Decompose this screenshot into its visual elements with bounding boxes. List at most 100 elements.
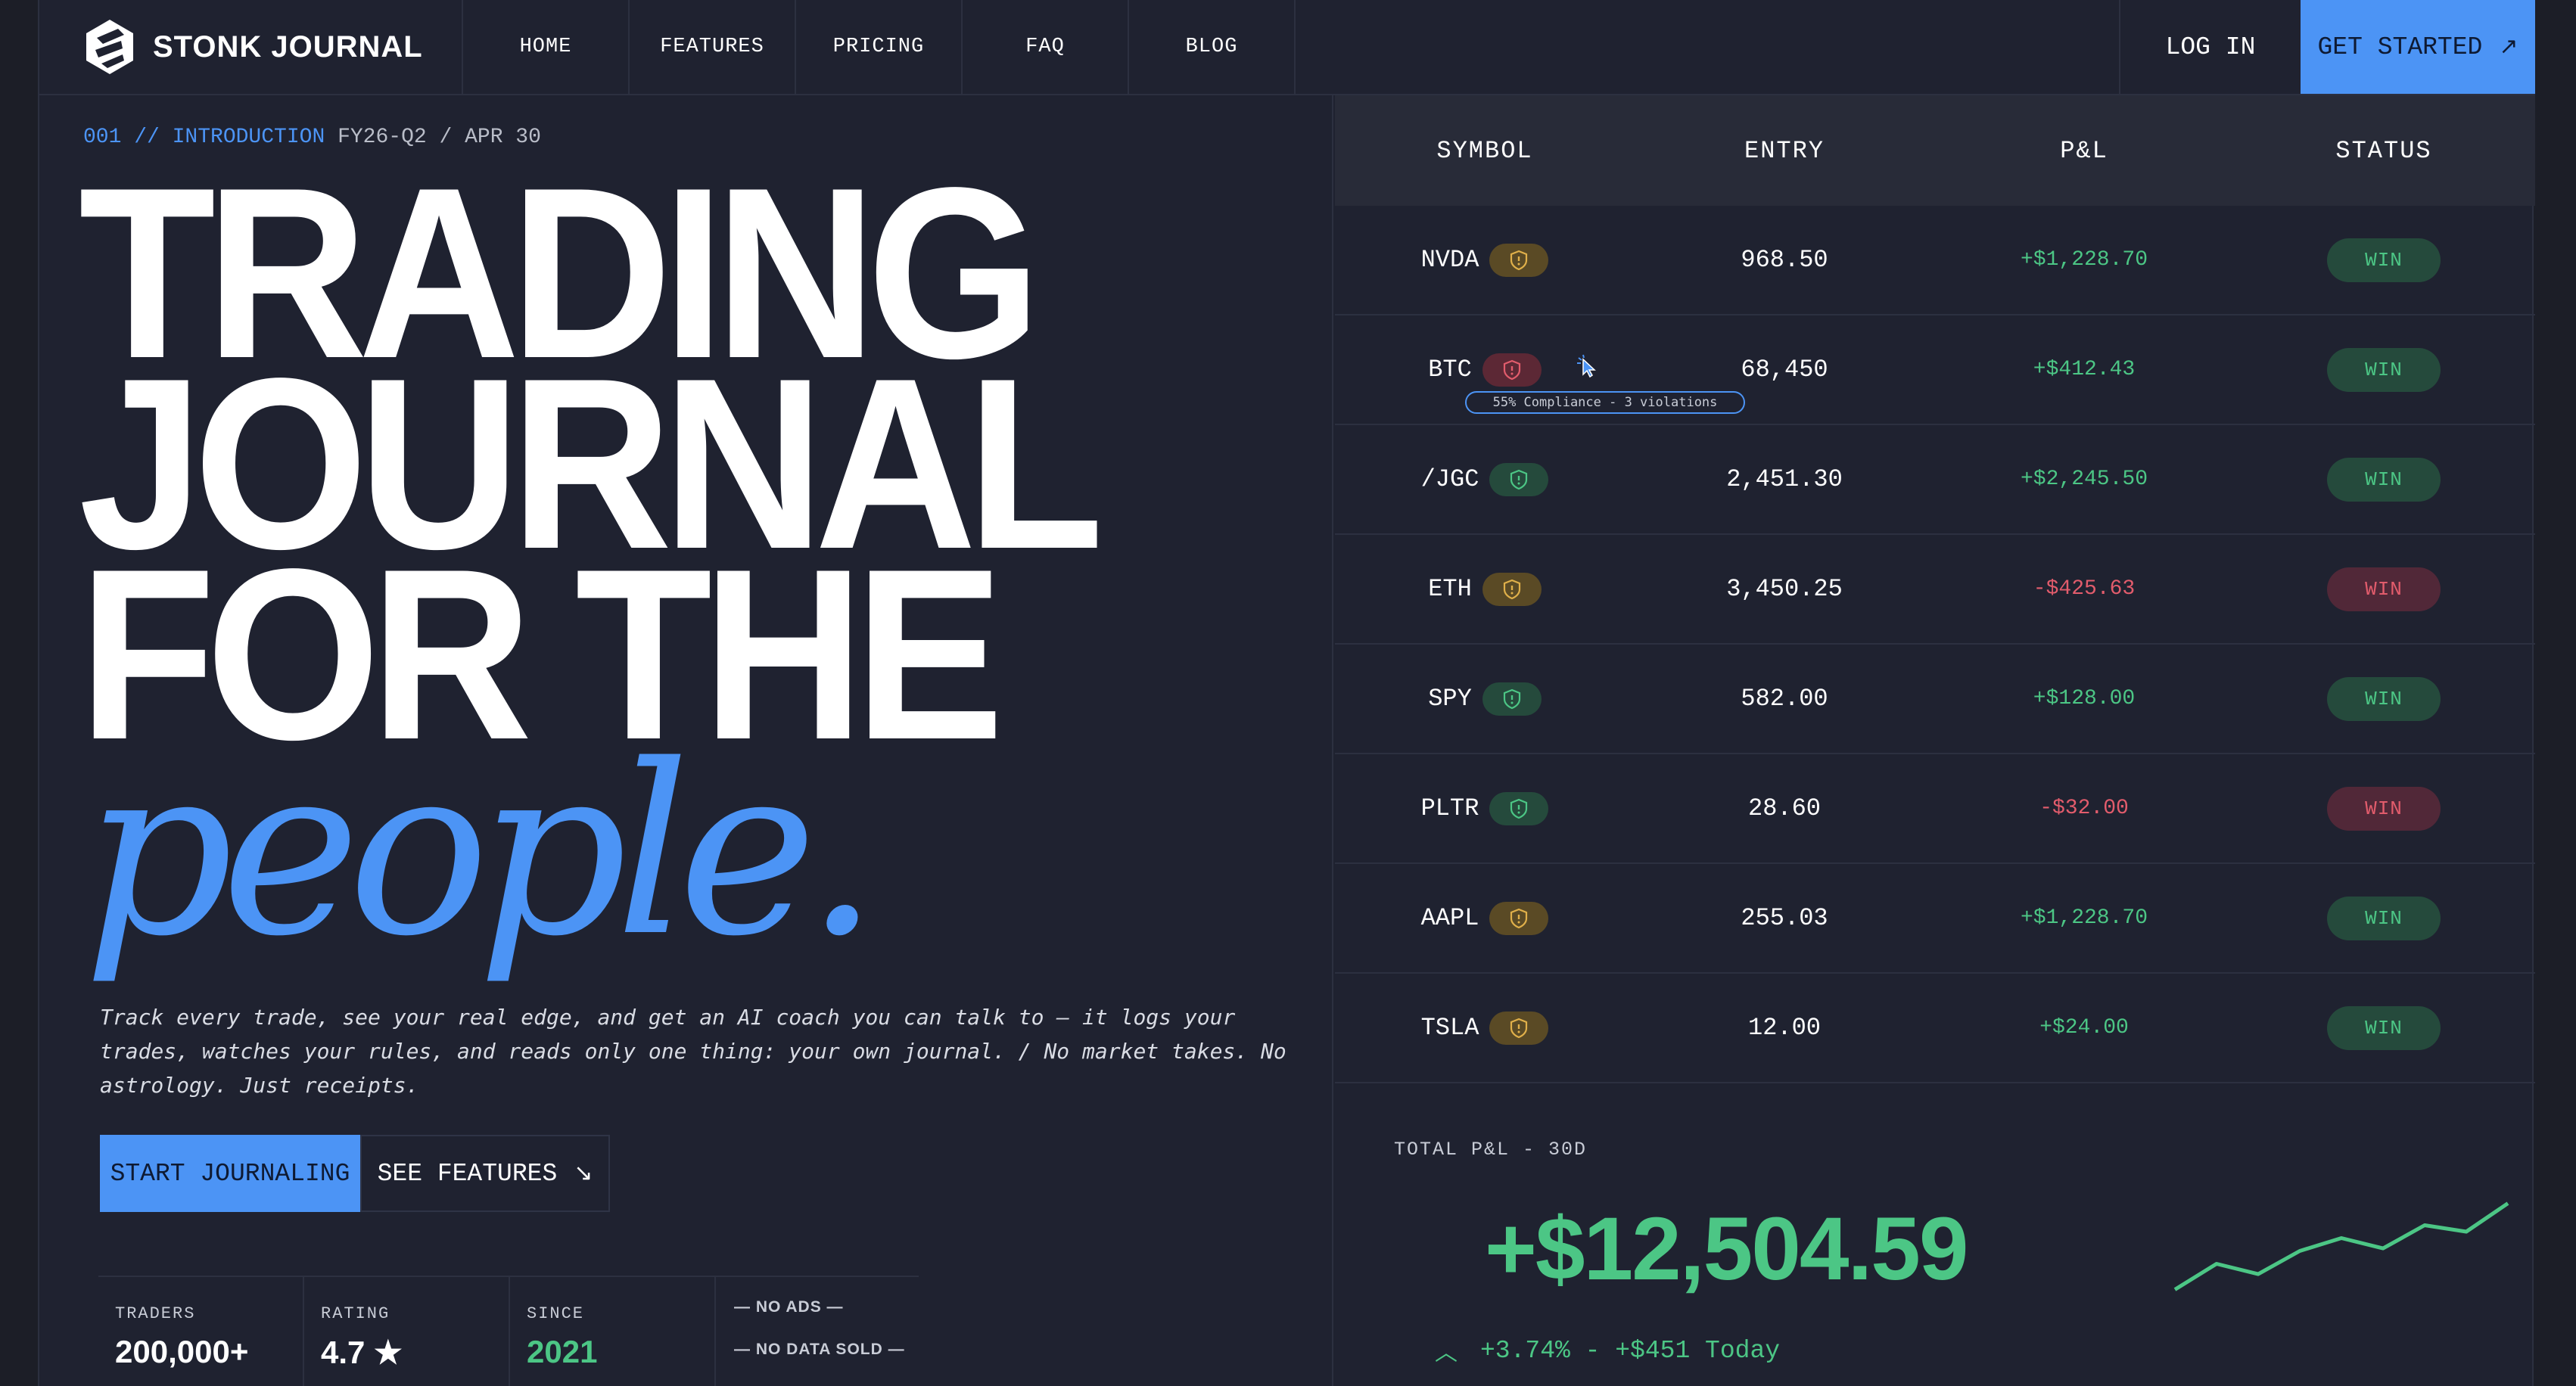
symbol-cell: ETH bbox=[1335, 572, 1635, 606]
nav-blog[interactable]: BLOG bbox=[1129, 0, 1296, 94]
status-cell: WIN bbox=[2234, 347, 2534, 392]
header-status[interactable]: STATUS bbox=[2234, 137, 2534, 165]
get-started-label: GET STARTED bbox=[2317, 33, 2483, 61]
stat-traders: TRADERS 200,000+ bbox=[98, 1277, 304, 1386]
symbol-cell: PLTR bbox=[1335, 791, 1635, 825]
trades-panel: SYMBOL ENTRY P&L STATUS NVDA 968.50 +$1,22… bbox=[1335, 95, 2535, 1386]
pnl-cell: +$128.00 bbox=[1934, 687, 2234, 710]
stat-label: TRADERS bbox=[115, 1304, 196, 1323]
shield-icon[interactable] bbox=[1489, 901, 1549, 935]
entry-price: 12.00 bbox=[1747, 1014, 1821, 1042]
symbol-cell: SPY bbox=[1335, 682, 1635, 716]
pnl-value: +$24.00 bbox=[2039, 1016, 2129, 1040]
table-row[interactable]: PLTR 28.60 -$32.00 WIN bbox=[1335, 754, 2535, 864]
start-journaling-button[interactable]: START JOURNALING bbox=[100, 1135, 360, 1212]
stat-value: 4.7 ★ bbox=[321, 1335, 403, 1370]
see-features-button[interactable]: SEE FEATURES ↘ bbox=[360, 1135, 610, 1212]
entry-price: 582.00 bbox=[1741, 685, 1828, 713]
arrow-down-right-icon: ↘ bbox=[574, 1161, 593, 1188]
status-badge: WIN bbox=[2327, 786, 2441, 831]
top-nav: STONK JOURNAL HOME FEATURES PRICING FAQ … bbox=[39, 0, 2535, 95]
pnl-cell: +$24.00 bbox=[1934, 1016, 2234, 1040]
symbol: /JGC bbox=[1420, 465, 1479, 493]
status-cell: WIN bbox=[2234, 567, 2534, 611]
entry-cell: 2,451.30 bbox=[1635, 465, 1934, 493]
brand[interactable]: STONK JOURNAL bbox=[39, 0, 463, 94]
total-value: +$12,504.59 bbox=[1485, 1199, 1968, 1299]
stat-rating: RATING 4.7 ★ bbox=[304, 1277, 510, 1386]
pnl-value: -$425.63 bbox=[2033, 577, 2136, 601]
table-row[interactable]: SPY 582.00 +$128.00 WIN bbox=[1335, 645, 2535, 754]
compliance-tooltip: 55% Compliance - 3 violations bbox=[1465, 391, 1745, 414]
pnl-value: +$2,245.50 bbox=[2020, 468, 2148, 491]
hero-section: 001 // INTRODUCTION FY26-Q2 / APR 30 TRA… bbox=[39, 95, 1333, 1386]
symbol: TSLA bbox=[1420, 1014, 1479, 1042]
shield-icon[interactable] bbox=[1489, 791, 1549, 825]
logo-icon bbox=[86, 20, 133, 74]
entry-cell: 12.00 bbox=[1635, 1014, 1934, 1042]
login-button[interactable]: LOG IN bbox=[2119, 0, 2301, 94]
arrow-up-right-icon: ↗ bbox=[2499, 35, 2518, 61]
pnl-value: -$32.00 bbox=[2039, 797, 2129, 820]
pnl-value: +$412.43 bbox=[2033, 358, 2136, 381]
total-pnl-card: TOTAL P&L - 30D +$12,504.59 ︿ +3.74% - +… bbox=[1335, 1087, 2535, 1386]
pnl-cell: +$2,245.50 bbox=[1934, 468, 2234, 491]
entry-cell: 68,450 bbox=[1635, 356, 1934, 384]
entry-price: 2,451.30 bbox=[1726, 465, 1843, 493]
symbol: NVDA bbox=[1420, 246, 1479, 274]
symbol-cell: AAPL bbox=[1335, 901, 1635, 935]
symbol-cell: TSLA bbox=[1335, 1011, 1635, 1045]
shield-icon[interactable] bbox=[1489, 243, 1549, 277]
pnl-cell: +$1,228.70 bbox=[1934, 906, 2234, 930]
brand-name: STONK JOURNAL bbox=[153, 30, 423, 64]
table-row[interactable]: BTC 68,450 +$412.43 WIN 55% Compliance - 3 v… bbox=[1335, 315, 2535, 425]
status-badge: WIN bbox=[2327, 457, 2441, 502]
total-change: ︿ +3.74% - +$451 Today bbox=[1435, 1334, 1780, 1368]
cursor-icon bbox=[1577, 354, 1596, 378]
header-entry[interactable]: ENTRY bbox=[1635, 137, 1934, 165]
entry-price: 68,450 bbox=[1741, 356, 1828, 384]
nav-home[interactable]: HOME bbox=[463, 0, 630, 94]
status-cell: WIN bbox=[2234, 786, 2534, 831]
symbol-cell: NVDA bbox=[1335, 243, 1635, 277]
pnl-cell: -$425.63 bbox=[1934, 577, 2234, 601]
sparkline bbox=[2173, 1201, 2509, 1291]
table-row[interactable]: ETH 3,450.25 -$425.63 WIN bbox=[1335, 535, 2535, 645]
headline-accent: people. bbox=[83, 715, 879, 988]
entry-cell: 582.00 bbox=[1635, 685, 1934, 713]
shield-icon[interactable] bbox=[1489, 1011, 1549, 1045]
header-symbol[interactable]: SYMBOL bbox=[1335, 137, 1635, 165]
nav-features[interactable]: FEATURES bbox=[630, 0, 796, 94]
entry-price: 968.50 bbox=[1741, 246, 1828, 274]
shield-icon[interactable] bbox=[1482, 353, 1542, 387]
table-header: SYMBOL ENTRY P&L STATUS bbox=[1335, 95, 2535, 206]
table-row[interactable]: AAPL 255.03 +$1,228.70 WIN bbox=[1335, 864, 2535, 974]
status-badge: WIN bbox=[2327, 567, 2441, 611]
pnl-cell: +$1,228.70 bbox=[1934, 248, 2234, 272]
nav-faq[interactable]: FAQ bbox=[963, 0, 1129, 94]
shield-icon[interactable] bbox=[1489, 462, 1549, 496]
stat-value: 200,000+ bbox=[115, 1334, 249, 1369]
table-row[interactable]: NVDA 968.50 +$1,228.70 WIN bbox=[1335, 206, 2535, 315]
shield-icon[interactable] bbox=[1482, 682, 1542, 716]
entry-price: 255.03 bbox=[1741, 904, 1828, 932]
symbol: ETH bbox=[1428, 575, 1472, 603]
total-change-text: +3.74% - +$451 Today bbox=[1480, 1337, 1781, 1365]
symbol-cell: /JGC bbox=[1335, 462, 1635, 496]
note-no-ads: — NO ADS — bbox=[734, 1298, 844, 1316]
table-row[interactable]: TSLA 12.00 +$24.00 WIN bbox=[1335, 974, 2535, 1083]
hero-headline: TRADING JOURNAL FOR THE bbox=[79, 152, 1104, 777]
status-cell: WIN bbox=[2234, 238, 2534, 282]
entry-cell: 3,450.25 bbox=[1635, 575, 1934, 603]
status-badge: WIN bbox=[2327, 238, 2441, 282]
table-row[interactable]: /JGC 2,451.30 +$2,245.50 WIN bbox=[1335, 425, 2535, 535]
nav-pricing[interactable]: PRICING bbox=[796, 0, 963, 94]
status-badge: WIN bbox=[2327, 896, 2441, 940]
header-pnl[interactable]: P&L bbox=[1934, 137, 2234, 165]
pnl-value: +$128.00 bbox=[2033, 687, 2136, 710]
pnl-cell: +$412.43 bbox=[1934, 358, 2234, 381]
sparkline-series bbox=[2173, 1201, 2509, 1291]
status-cell: WIN bbox=[2234, 896, 2534, 940]
get-started-button[interactable]: GET STARTED ↗ bbox=[2301, 0, 2535, 94]
shield-icon[interactable] bbox=[1482, 572, 1542, 606]
